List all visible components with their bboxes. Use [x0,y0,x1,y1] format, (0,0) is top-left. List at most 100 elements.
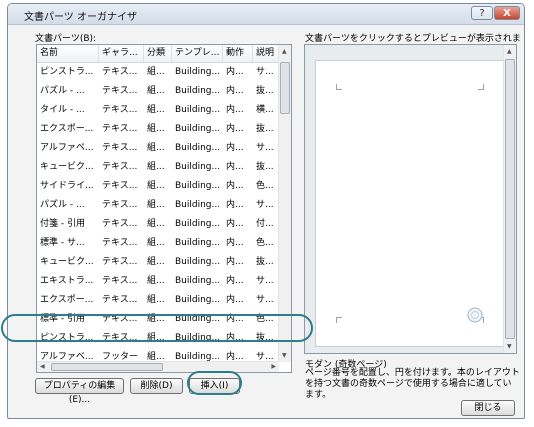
scroll-up-icon[interactable]: ▲ [507,48,512,55]
highlight-callout-insert-button [187,371,242,395]
close-button[interactable]: 閉じる [461,400,515,416]
list-cell: Building... [175,124,221,134]
list-cell: 組... [147,238,165,248]
list-cell: Building... [175,295,221,305]
list-cell: 抜... [256,162,274,172]
list-cell: 付... [256,219,274,229]
list-cell: テキス... [102,200,138,210]
building-blocks-label: 文書パーツ(B): [35,34,97,44]
list-cell: エクスポー... [40,295,94,305]
list-row[interactable]: キュービク... テキス... 組... Building... 内... 抜... [37,253,279,272]
list-cell: 内... [226,276,244,286]
list-cell: 内... [226,162,244,172]
list-cell: テキス... [102,162,138,172]
list-cell: テキス... [102,143,138,153]
scroll-left-icon[interactable]: ◀ [40,363,45,370]
page-number-circle-icon [467,307,483,323]
column-header[interactable]: ギャラ... [99,45,144,62]
list-cell: 組... [147,67,165,77]
list-cell: 横... [256,105,274,115]
list-cell: テキス... [102,105,138,115]
list-cell: テキス... [102,67,138,77]
list-cell: タイル - ... [40,105,85,115]
list-cell: 内... [226,67,244,77]
list-row[interactable]: パズル - ... テキス... 組... Building... 内... 抜... [37,82,279,101]
list-cell: 内... [226,238,244,248]
list-row[interactable]: エキストラ... テキス... 組... Building... 内... サ... [37,272,279,291]
list-row[interactable]: エクスポー... テキス... 組... Building... 内... サ... [37,291,279,310]
list-cell: アルファベ... [40,143,94,153]
list-cell: 標準 - サ... [40,238,85,248]
list-cell: 内... [226,143,244,153]
list-cell: 組... [147,276,165,286]
list-cell: 内... [226,295,244,305]
list-cell: 組... [147,105,165,115]
list-cell: 色... [256,181,274,191]
list-cell: Building... [175,181,221,191]
preview-vertical-scrollbar[interactable]: ▲ ▼ [503,45,516,353]
list-cell: 組... [147,162,165,172]
list-cell: エキストラ... [40,276,94,286]
list-cell: サ... [256,143,274,153]
list-row[interactable]: アルファベ... テキス... 組... Building... 内... サ... [37,139,279,158]
list-cell: 付箋 - 引用 [40,219,85,229]
list-cell: 抜... [256,86,274,96]
list-cell: サ... [256,200,274,210]
list-cell: テキス... [102,238,138,248]
column-header[interactable]: 名前 [37,45,99,62]
highlight-callout-selected-row [1,314,313,342]
scroll-down-icon[interactable]: ▼ [282,352,287,359]
list-cell: Building... [175,276,221,286]
list-cell: エクスポー... [40,124,94,134]
list-horizontal-scroll-thumb[interactable] [51,363,163,371]
list-cell: ピンストラ... [40,67,94,77]
list-cell: Building... [175,162,221,172]
list-cell: 内... [226,181,244,191]
list-cell: Building... [175,257,221,267]
list-row[interactable]: パズル - ... テキス... 組... Building... 内... サ... [37,196,279,215]
margin-mark-icon [336,317,342,323]
list-horizontal-scrollbar[interactable]: ◀ ▶ [37,361,279,372]
column-header[interactable]: 分類 [144,45,172,62]
column-header[interactable]: テンプレ... [172,45,223,62]
margin-mark-icon [336,84,342,90]
list-cell: 組... [147,219,165,229]
scroll-down-icon[interactable]: ▼ [507,343,512,350]
preview-pane: ▲ ▼ [304,44,517,354]
list-row[interactable]: ピンストラ... テキス... 組... Building... 内... サ... [37,63,279,82]
list-cell: 内... [226,124,244,134]
list-cell: パズル - ... [40,86,85,96]
list-vertical-scroll-thumb[interactable] [280,62,290,114]
scroll-right-icon[interactable]: ▶ [271,363,276,370]
list-cell: サ... [256,67,274,77]
edit-properties-button[interactable]: プロパティの編集(E)... [35,378,124,405]
column-header[interactable]: 説明 [253,45,279,62]
list-cell: 内... [226,86,244,96]
list-cell: テキス... [102,295,138,305]
list-cell: 組... [147,86,165,96]
list-row[interactable]: エクスポー... テキス... 組... Building... 内... 抜... [37,120,279,139]
list-row[interactable]: 標準 - サ... テキス... 組... Building... 内... 色... [37,234,279,253]
list-row[interactable]: サイドライ... テキス... 組... Building... 内... 色... [37,177,279,196]
list-header: 名前 ギャラ... 分類 テンプレ... 動作 説明 [37,45,279,63]
help-button[interactable]: ? [471,6,493,20]
scroll-up-icon[interactable]: ▲ [282,48,287,55]
preview-scroll-thumb[interactable] [505,59,515,339]
list-cell: パズル - ... [40,200,85,210]
close-window-button[interactable]: X [494,6,520,20]
list-cell: Building... [175,105,221,115]
list-row[interactable]: キュービク... テキス... 組... Building... 内... 抜... [37,158,279,177]
list-cell: Building... [175,238,221,248]
list-cell: 色... [256,238,274,248]
list-cell: テキス... [102,181,138,191]
list-cell: Building... [175,86,221,96]
list-row[interactable]: タイル - ... テキス... 組... Building... 内... 横... [37,101,279,120]
list-cell: テキス... [102,219,138,229]
list-cell: Building... [175,200,221,210]
delete-button[interactable]: 削除(D) [130,378,183,394]
list-cell: 組... [147,200,165,210]
column-header[interactable]: 動作 [223,45,253,62]
list-cell: 抜... [256,124,274,134]
list-cell: サ... [256,295,274,305]
list-row[interactable]: 付箋 - 引用 テキス... 組... Building... 内... 付... [37,215,279,234]
